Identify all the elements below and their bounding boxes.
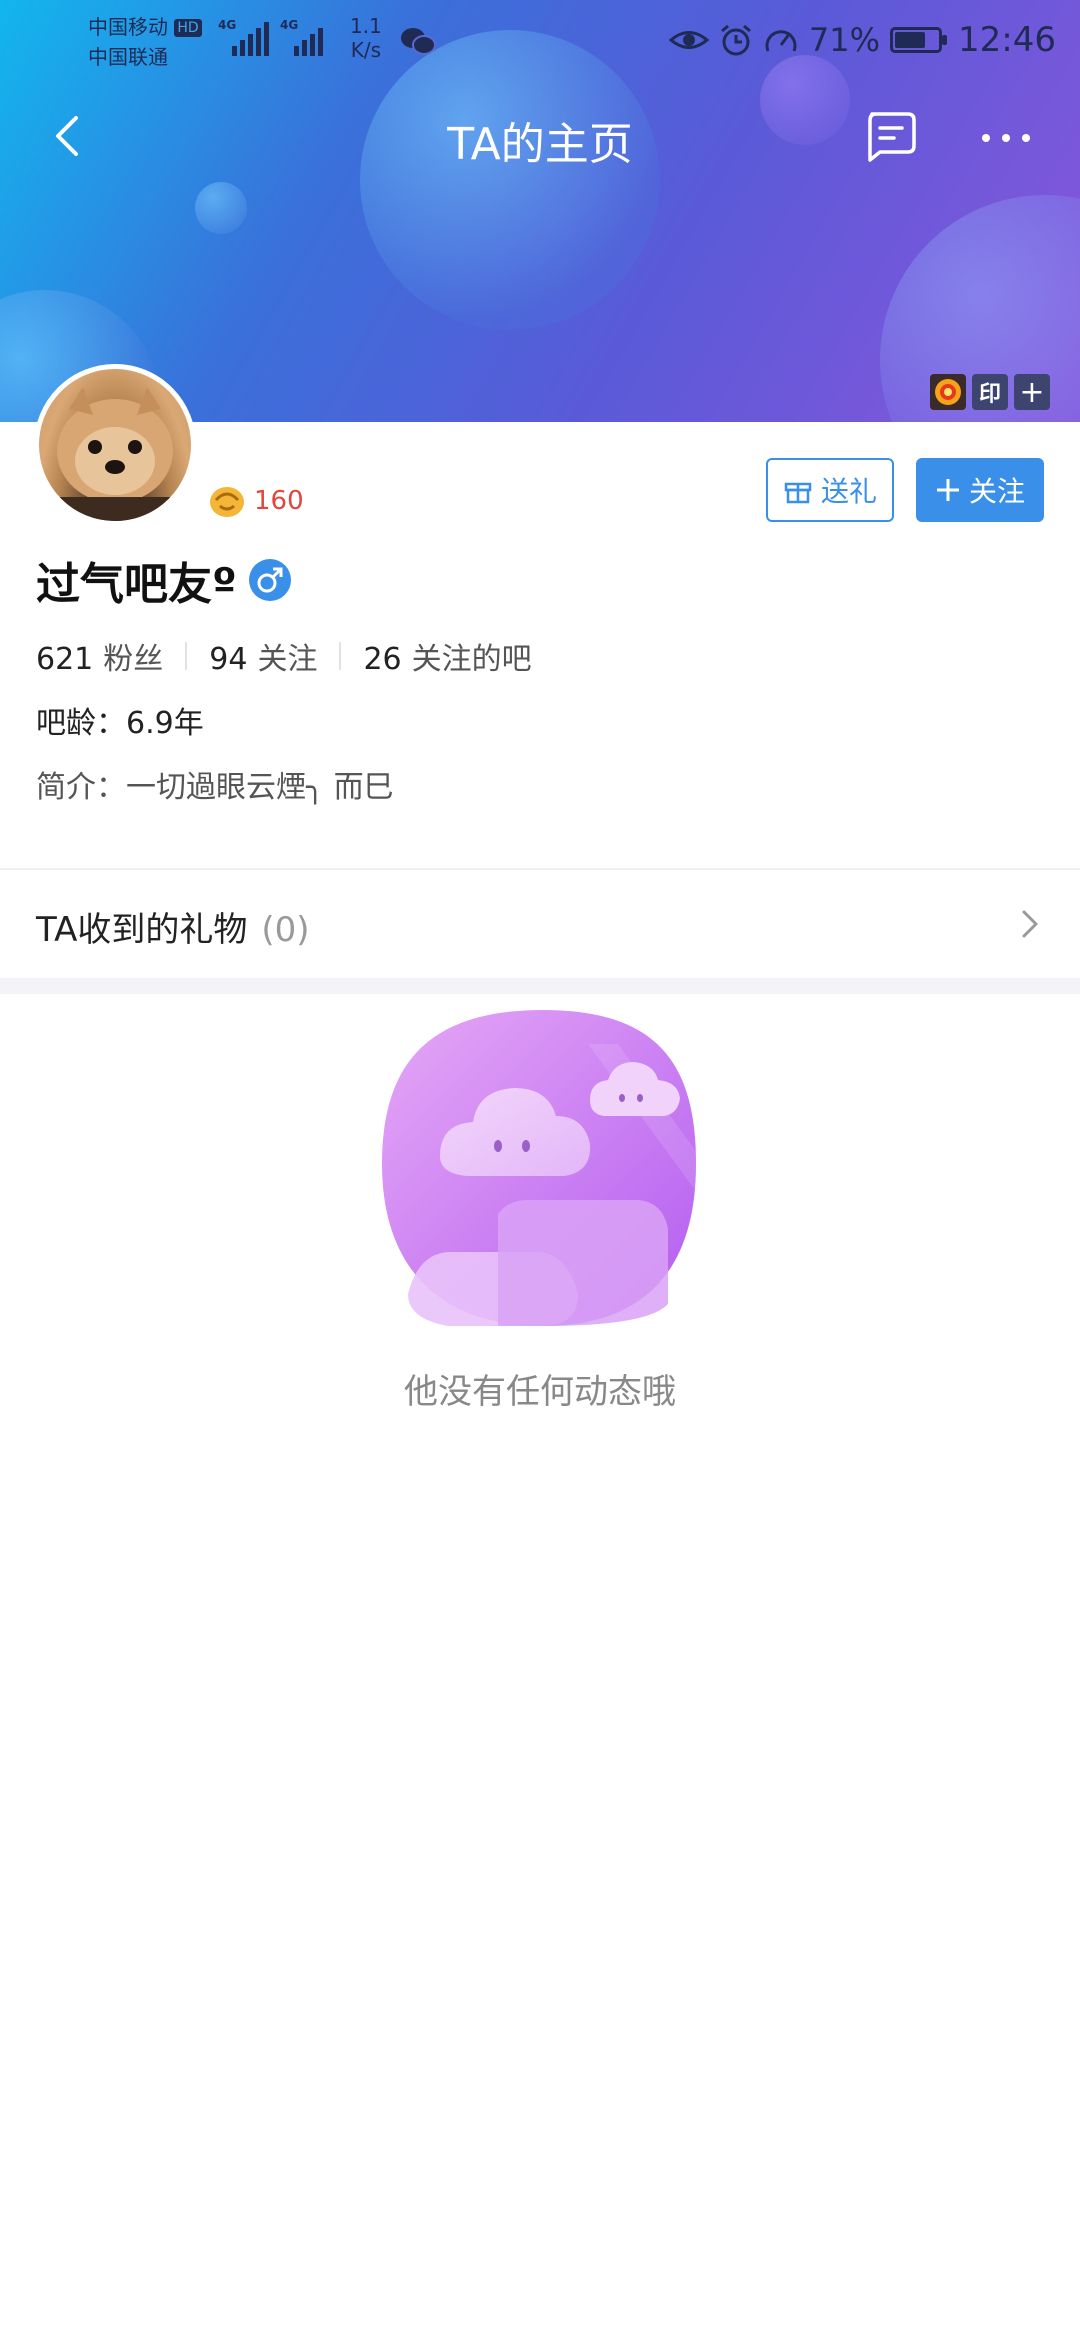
eye-icon: [668, 31, 709, 49]
follow-button[interactable]: 关注: [916, 458, 1044, 522]
sun-badge-icon[interactable]: [930, 374, 966, 410]
account-age: 吧龄：6.9年: [36, 706, 204, 741]
stat-followed-bars[interactable]: 26 关注的吧: [363, 634, 531, 678]
stamp-badge[interactable]: 印: [972, 374, 1008, 410]
received-gifts-label: TA收到的礼物: [36, 910, 248, 950]
profile-banner: 中国移动 HD 中国联通 4G 4G 1.1 K/s 71% 12:46 TA的…: [0, 0, 1080, 422]
level-value: 160: [254, 486, 304, 516]
banner-bubble: [195, 182, 247, 234]
level-icon: [210, 487, 244, 517]
battery-percent: 71%: [808, 21, 881, 59]
message-icon[interactable]: [862, 108, 918, 164]
divider: [185, 642, 188, 670]
add-badge-button[interactable]: +: [1014, 374, 1050, 410]
speedometer-icon: [765, 30, 797, 52]
stat-fans[interactable]: 621 粉丝: [36, 634, 163, 678]
stat-value: 26: [363, 642, 402, 677]
status-time: 12:46: [958, 20, 1056, 60]
back-icon[interactable]: [40, 106, 100, 166]
status-right: 71% 12:46: [668, 16, 1056, 64]
carrier-1: 中国移动: [88, 15, 168, 39]
empty-feed-illustration: [382, 1010, 698, 1326]
section-divider: [0, 978, 1080, 994]
status-bar: 中国移动 HD 中国联通 4G 4G 1.1 K/s 71% 12:46: [0, 0, 1080, 80]
received-gifts-row[interactable]: TA收到的礼物 (0): [0, 870, 1080, 978]
more-icon[interactable]: [978, 118, 1034, 158]
avatar[interactable]: [34, 364, 196, 526]
username: 过气吧友º: [36, 559, 237, 610]
network-speed: 1.1 K/s: [350, 14, 382, 62]
stat-label: 关注: [257, 642, 318, 677]
username-row: 过气吧友º: [36, 548, 291, 612]
signal-icon: 4G: [218, 18, 274, 56]
badge-group: 印 +: [930, 374, 1050, 410]
stat-following[interactable]: 94 关注: [209, 634, 317, 678]
battery-level: [895, 32, 926, 48]
chevron-right-icon: [1022, 910, 1038, 938]
network-type-2: 4G: [280, 18, 299, 32]
gift-icon: [784, 482, 812, 504]
stat-value: 94: [209, 642, 248, 677]
empty-feed-message: 他没有任何动态哦: [404, 1372, 676, 1412]
battery-icon: [890, 27, 948, 53]
hd-badge: HD: [174, 19, 202, 37]
gift-button-label: 送礼: [820, 475, 877, 508]
stat-label: 粉丝: [103, 642, 164, 677]
follow-button-label: 关注: [968, 475, 1025, 508]
user-stats: 621 粉丝 94 关注 26 关注的吧: [36, 634, 532, 678]
page-title: TA的主页: [447, 119, 633, 170]
alarm-icon: [720, 24, 751, 56]
divider: [339, 642, 342, 670]
carrier-info: 中国移动 HD 中国联通: [88, 12, 202, 72]
received-gifts-count: (0): [261, 910, 310, 950]
carrier-2: 中国联通: [88, 45, 168, 69]
stat-value: 621: [36, 642, 94, 677]
user-bio: 简介：一切過眼云煙╮ 而巳: [36, 770, 394, 805]
received-gifts-title: TA收到的礼物 (0): [36, 902, 310, 951]
plus-icon: [936, 479, 959, 501]
wechat-icon: [401, 28, 436, 55]
network-type-1: 4G: [218, 18, 237, 32]
stat-label: 关注的吧: [411, 642, 532, 677]
signal-icon: 4G: [280, 18, 336, 56]
male-icon: [248, 559, 291, 601]
user-level: 160: [208, 482, 304, 520]
gift-button[interactable]: 送礼: [766, 458, 894, 522]
